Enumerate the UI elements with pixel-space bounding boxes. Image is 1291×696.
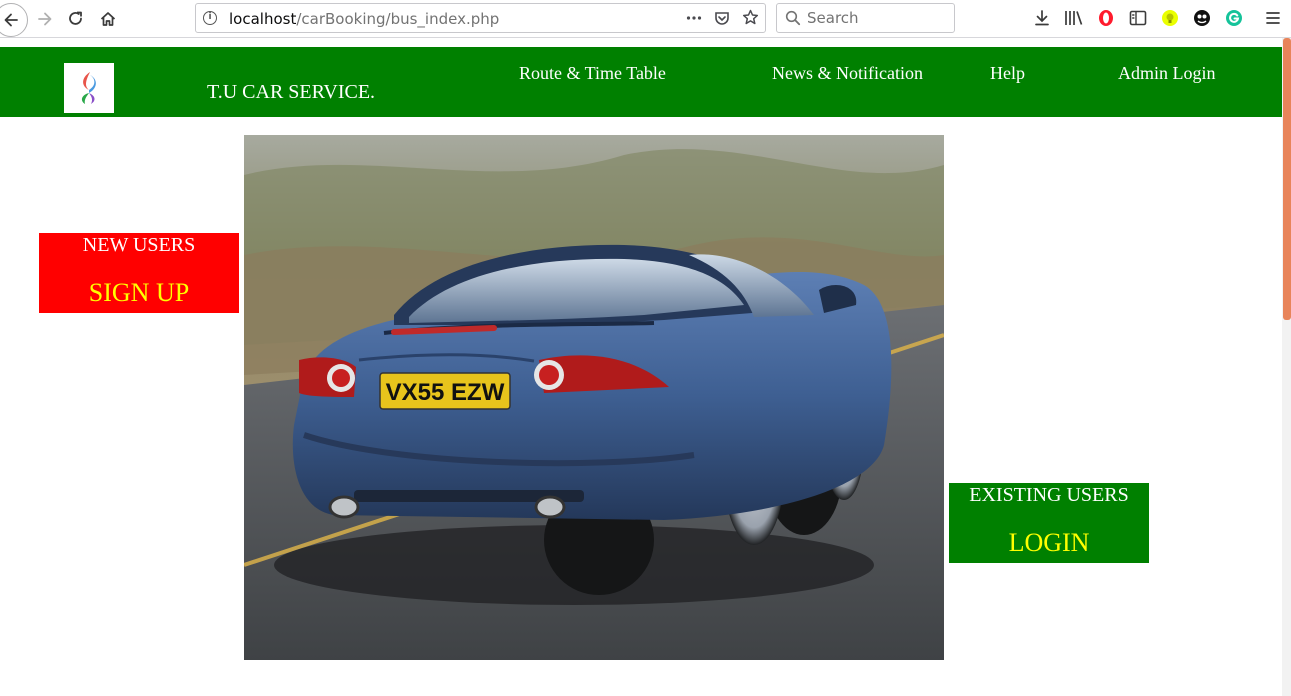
forward-icon [38, 12, 52, 26]
grammarly-icon[interactable] [1224, 8, 1244, 28]
car-illustration: VX55 EZW [244, 135, 944, 660]
back-button[interactable] [0, 3, 28, 37]
signup-box[interactable]: NEW USERS SIGN UP [39, 233, 239, 313]
login-box[interactable]: EXISTING USERS LOGIN [949, 483, 1149, 563]
info-icon[interactable]: i [203, 11, 217, 25]
license-plate-text: VX55 EZW [386, 379, 505, 406]
download-icon[interactable] [1032, 8, 1052, 28]
site-header: T.U CAR SERVICE. Route & Time Table News… [0, 47, 1282, 117]
nav-news-notification[interactable]: News & Notification [772, 63, 923, 84]
hero-car-image: VX55 EZW [244, 135, 944, 660]
sign-up-link[interactable]: SIGN UP [39, 278, 239, 308]
url-host: localhost [229, 10, 297, 28]
browser-toolbar: i localhost/carBooking/bus_index.php [0, 0, 1291, 38]
site-logo[interactable] [64, 63, 114, 113]
home-button[interactable] [95, 6, 121, 32]
url-text[interactable]: localhost/carBooking/bus_index.php [229, 10, 499, 28]
search-icon [785, 10, 801, 26]
nav-route-timetable[interactable]: Route & Time Table [519, 63, 666, 84]
back-icon [4, 13, 18, 27]
existing-users-label: EXISTING USERS [969, 484, 1129, 506]
bookmark-star-icon[interactable] [742, 9, 759, 26]
url-actions [686, 9, 759, 26]
menu-icon[interactable] [1263, 8, 1283, 28]
reload-icon [69, 11, 82, 25]
forward-button[interactable] [32, 6, 58, 32]
reload-button[interactable] [63, 6, 89, 32]
url-bar[interactable]: i localhost/carBooking/bus_index.php [195, 3, 766, 33]
opera-icon[interactable] [1096, 8, 1116, 28]
ghost-icon[interactable] [1192, 8, 1212, 28]
nav-help[interactable]: Help [990, 63, 1025, 84]
logo-icon [81, 72, 96, 104]
url-path: /carBooking/bus_index.php [296, 10, 500, 28]
nav-admin-login[interactable]: Admin Login [1118, 63, 1216, 84]
scrollbar-thumb[interactable] [1283, 38, 1291, 320]
pocket-icon[interactable] [714, 10, 730, 26]
more-icon[interactable] [686, 15, 702, 21]
home-icon [100, 12, 116, 26]
page-scrollbar[interactable] [1282, 38, 1291, 696]
bulb-icon[interactable] [1160, 8, 1180, 28]
library-icon[interactable] [1064, 8, 1084, 28]
search-bar[interactable] [776, 3, 955, 33]
login-link[interactable]: LOGIN [949, 528, 1149, 558]
search-input[interactable] [807, 8, 949, 28]
site-title: T.U CAR SERVICE. [207, 81, 376, 103]
sidebar-icon[interactable] [1128, 8, 1148, 28]
new-users-label: NEW USERS [82, 234, 196, 256]
